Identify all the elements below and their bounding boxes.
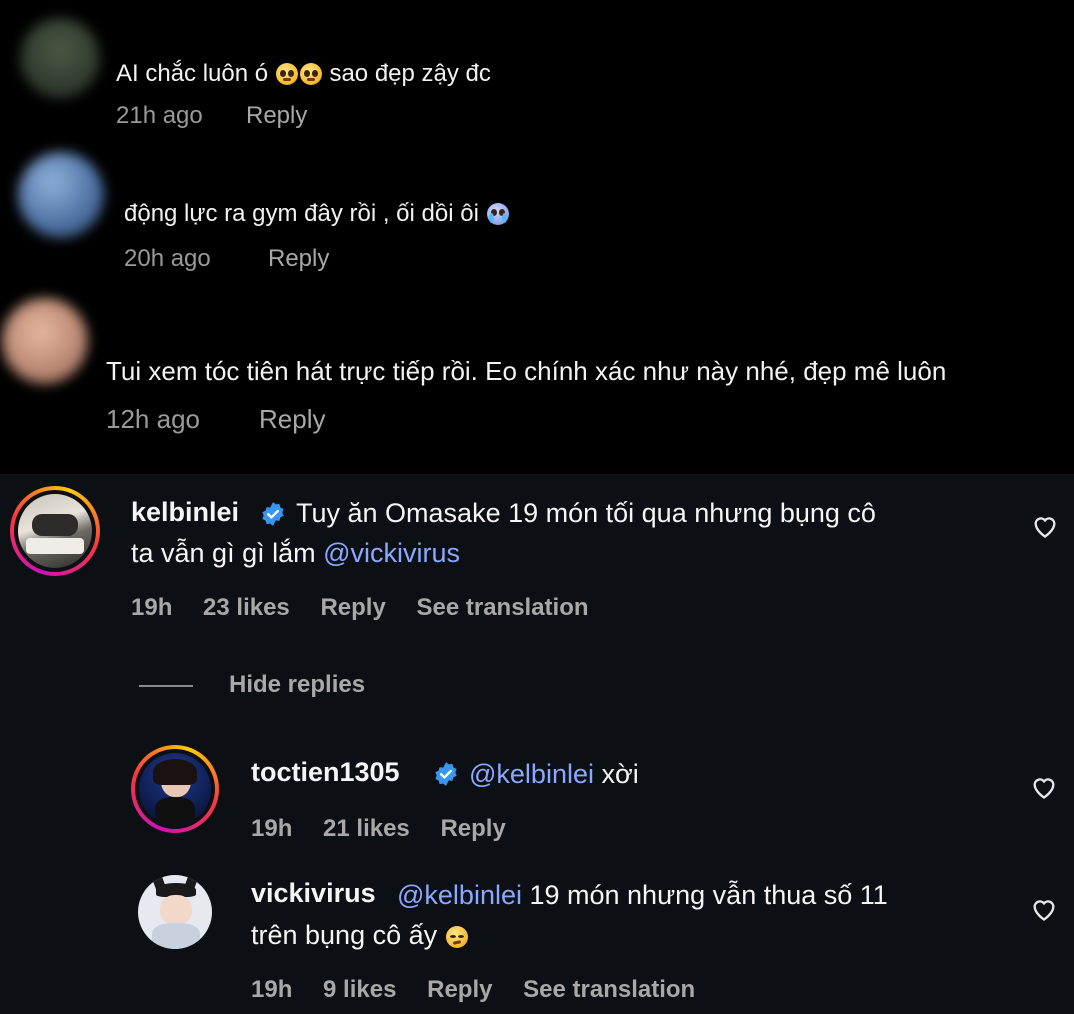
reply-button[interactable]: Reply bbox=[246, 102, 307, 130]
mention-link[interactable]: @vickivirus bbox=[323, 538, 460, 568]
likes-count[interactable]: 21 likes bbox=[323, 815, 410, 842]
comment-text-continued: trên bụng cô ấy bbox=[251, 915, 469, 955]
pleading-face-emoji bbox=[299, 63, 322, 85]
comment-text: Tuy ăn Omasake 19 món tối qua nhưng bụng… bbox=[296, 498, 876, 528]
smirking-face-emoji bbox=[445, 926, 468, 948]
avatar[interactable] bbox=[139, 753, 211, 825]
comment-timestamp: 19h bbox=[131, 594, 173, 621]
comment-text-continued: ta vẫn gì gì lắm @vickivirus bbox=[131, 538, 461, 568]
reply-button[interactable]: Reply bbox=[440, 815, 505, 842]
avatar[interactable] bbox=[2, 298, 88, 384]
likes-count[interactable]: 23 likes bbox=[203, 594, 290, 621]
avatar[interactable] bbox=[20, 18, 100, 98]
hide-replies-button[interactable]: Hide replies bbox=[229, 671, 365, 699]
comment-meta: 19h 21 likes Reply bbox=[251, 815, 530, 843]
reply-button[interactable]: Reply bbox=[320, 594, 385, 621]
reply-button[interactable]: Reply bbox=[259, 404, 325, 435]
comment-text: động lực ra gym đây rồi , ối dồi ôi bbox=[124, 200, 510, 228]
username[interactable]: vickivirus bbox=[251, 878, 376, 909]
comment-timestamp: 19h bbox=[251, 976, 293, 1003]
reply-button[interactable]: Reply bbox=[268, 245, 329, 273]
mention-link[interactable]: @kelbinlei bbox=[469, 759, 594, 789]
comment-text: @kelbinlei xời bbox=[469, 759, 639, 789]
avatar[interactable] bbox=[138, 875, 212, 949]
comment-meta: 19h 23 likes Reply See translation bbox=[131, 594, 613, 622]
comment-text: AI chắc luôn ó sao đẹp zậy đc bbox=[116, 60, 491, 87]
like-heart-icon[interactable] bbox=[1030, 774, 1058, 800]
username[interactable]: kelbinlei bbox=[131, 497, 239, 528]
pleading-face-emoji bbox=[275, 63, 298, 85]
comment-timestamp: 19h bbox=[251, 815, 293, 842]
comment-text: @kelbinlei 19 món nhưng vẫn thua số 11 bbox=[397, 880, 888, 910]
comment-timestamp: 12h ago bbox=[106, 404, 200, 434]
mention-link[interactable]: @kelbinlei bbox=[397, 880, 522, 910]
reply-button[interactable]: Reply bbox=[427, 976, 492, 1003]
likes-count[interactable]: 9 likes bbox=[323, 976, 396, 1003]
see-translation-button[interactable]: See translation bbox=[523, 976, 695, 1003]
avatar[interactable] bbox=[18, 494, 92, 568]
avatar[interactable] bbox=[18, 152, 104, 238]
see-translation-button[interactable]: See translation bbox=[416, 594, 588, 621]
crying-face-emoji bbox=[486, 203, 509, 225]
comment-timestamp: 21h ago bbox=[116, 102, 203, 129]
verified-badge-icon bbox=[262, 502, 284, 526]
comment-timestamp: 20h ago bbox=[124, 245, 211, 272]
verified-badge-icon bbox=[435, 762, 457, 786]
like-heart-icon[interactable] bbox=[1030, 896, 1058, 922]
comment-text: Tui xem tóc tiên hát trực tiếp rồi. Eo c… bbox=[106, 356, 947, 386]
comment-meta: 19h 9 likes Reply See translation bbox=[251, 976, 719, 1004]
replies-divider bbox=[139, 685, 193, 687]
username[interactable]: toctien1305 bbox=[251, 757, 400, 788]
like-heart-icon[interactable] bbox=[1031, 513, 1059, 539]
